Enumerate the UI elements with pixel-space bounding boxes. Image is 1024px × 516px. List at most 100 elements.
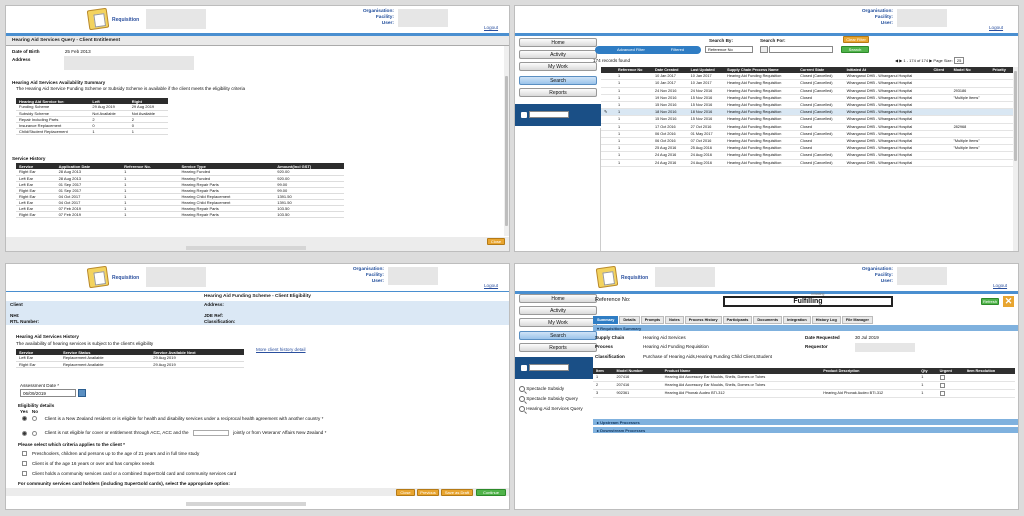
refresh-button[interactable]: Refresh: [981, 298, 999, 305]
table-row[interactable]: 1 19 Nov 2016 15 Nov 2016 Hearing Aid Fundi…: [601, 94, 1013, 103]
previous-button[interactable]: Previous: [417, 489, 439, 496]
yes-radio[interactable]: [22, 416, 27, 422]
nav-search[interactable]: Search: [519, 76, 597, 85]
table-cell: [989, 73, 1013, 81]
save-draft-button[interactable]: Save as Draft: [441, 489, 473, 496]
quick-search-input[interactable]: [529, 111, 569, 118]
table-cell: 15 Nov 2016: [687, 101, 725, 110]
logout-link[interactable]: Logout: [993, 283, 1007, 288]
classification-label: Classification: [595, 354, 625, 359]
scrollbar-thumb[interactable]: [505, 76, 508, 226]
table-cell: 07 Feb 2019: [55, 211, 122, 218]
next-icon[interactable]: ▶: [929, 58, 932, 63]
table-row[interactable]: 1 10 Jan 2017 10 Jan 2017 Hearing Aid Fundi…: [601, 79, 1013, 88]
page-size-select[interactable]: 25: [953, 57, 965, 64]
table-cell: [930, 130, 951, 139]
tab-details[interactable]: Details: [619, 316, 640, 324]
table-row[interactable]: ✎ 1 18 Nov 2016 18 Nov 2016 Hearing Aid Fund…: [601, 108, 1013, 117]
sidebar-link-spectacle-subsidy[interactable]: Spectacle Subsidy: [519, 386, 583, 392]
clear-filter-button[interactable]: Clear Filter: [843, 36, 869, 43]
nav-my-work[interactable]: My Work: [519, 318, 597, 327]
urgent-checkbox[interactable]: [939, 375, 945, 381]
criteria-checkbox[interactable]: [22, 471, 27, 477]
section-downstream-processes[interactable]: ▸ Downstream Processes: [593, 427, 1018, 433]
more-history-link[interactable]: More client history detail: [256, 347, 306, 352]
logout-link[interactable]: Logout: [484, 25, 498, 30]
sidebar-link-spectacle-query[interactable]: Spectacle Subsidy Query: [519, 396, 583, 402]
section-upstream-processes[interactable]: ▸ Upstream Processes: [593, 419, 1018, 425]
scrollbar[interactable]: [1013, 67, 1018, 251]
table-row[interactable]: 1 06 Oct 2016 07 Oct 2016 Hearing Aid Fundi…: [601, 137, 1013, 146]
nav-my-work[interactable]: My Work: [519, 62, 597, 71]
table-cell: 1: [615, 130, 652, 139]
scrollbar[interactable]: [504, 46, 509, 236]
tab-file-manager[interactable]: File Manager: [841, 316, 874, 324]
table-row[interactable]: Subsidy Scheme Not Available Not Available: [16, 110, 168, 117]
assessment-date-input[interactable]: 06/09/2019: [20, 389, 76, 397]
nav-home[interactable]: Home: [519, 294, 597, 303]
horizontal-scroll[interactable]: [186, 502, 306, 506]
criteria-checkbox[interactable]: [22, 451, 27, 457]
close-button[interactable]: Close: [396, 489, 415, 496]
continue-button[interactable]: Continue: [476, 489, 506, 496]
nav-search[interactable]: Search: [519, 331, 597, 340]
criteria-checkbox[interactable]: [22, 461, 27, 467]
tab-participants[interactable]: Participants: [722, 316, 753, 324]
table-row[interactable]: Funding Scheme 29 Aug 2019 29 Aug 2019: [16, 104, 168, 111]
search-button[interactable]: Search: [841, 46, 869, 53]
next-page-icon[interactable]: ▶: [899, 58, 902, 63]
table-cell: 1: [615, 115, 652, 124]
table-row[interactable]: 1 15 Nov 2016 15 Nov 2016 Hearing Aid Fundi…: [601, 115, 1013, 124]
table-row[interactable]: 1 24 Aug 2016 24 Aug 2016 Hearing Aid Fundi…: [601, 159, 1013, 167]
tab-documents[interactable]: Documents: [753, 316, 783, 324]
nav-reports[interactable]: Reports: [519, 88, 597, 97]
nav-home[interactable]: Home: [519, 38, 597, 47]
search-for-input[interactable]: [769, 46, 833, 53]
table-row[interactable]: Right Ear 07 Feb 2019 1 Hearing Repair Part…: [16, 211, 344, 218]
tab-notes[interactable]: Notes: [665, 316, 684, 324]
urgent-checkbox[interactable]: [939, 383, 945, 389]
table-row[interactable]: Child/Student Replacement 1 1: [16, 128, 168, 135]
table-cell: 27 Oct 2016: [687, 123, 725, 131]
tab-process-history[interactable]: Process History: [684, 316, 722, 324]
urgent-checkbox[interactable]: [939, 391, 945, 397]
logout-link[interactable]: Logout: [484, 283, 498, 288]
prev-page-icon[interactable]: ◀: [895, 58, 898, 63]
redacted-area: [897, 9, 947, 27]
sidebar-link-hearing-query[interactable]: Hearing Aid Services Query: [519, 406, 583, 412]
table-row[interactable]: 1 17 Oct 2016 27 Oct 2016 Hearing Aid Fundi…: [601, 123, 1013, 131]
table-row[interactable]: Right Ear Replacement Available 29 Aug 201…: [16, 361, 244, 368]
table-row[interactable]: 1 10 Jan 2017 10 Jan 2017 Hearing Aid Fundi…: [601, 73, 1013, 81]
nav-activity[interactable]: Activity: [519, 50, 597, 59]
calendar-icon[interactable]: [78, 389, 86, 397]
no-radio[interactable]: [32, 416, 38, 422]
advanced-filter-toggle[interactable]: Advanced Filter Filtered: [595, 46, 701, 54]
logout-link[interactable]: Logout: [989, 25, 1003, 30]
table-row[interactable]: 1 24 Aug 2016 24 Aug 2016 Hearing Aid Fundi…: [601, 151, 1013, 160]
close-button[interactable]: Close: [487, 238, 505, 245]
tab-integration[interactable]: Integration: [783, 316, 811, 324]
section-requisition-summary[interactable]: ▾ Requisition Summary: [593, 325, 1018, 331]
close-icon[interactable]: ✕: [1003, 296, 1014, 307]
tab-summary[interactable]: Summary: [593, 316, 619, 324]
horizontal-scroll[interactable]: [186, 246, 306, 250]
table-cell: "Multiple Items": [950, 144, 990, 153]
nav-activity[interactable]: Activity: [519, 306, 597, 315]
lookup-icon[interactable]: [760, 46, 768, 53]
table-row[interactable]: 1 24 Nov 2016 24 Nov 2016 Hearing Aid Fundi…: [601, 87, 1013, 95]
table-row[interactable]: 1 25 Aug 2016 25 Aug 2016 Hearing Aid Fundi…: [601, 144, 1013, 153]
scrollbar-thumb[interactable]: [1014, 71, 1017, 161]
tab-history-log[interactable]: History Log: [811, 316, 841, 324]
search-by-select[interactable]: Reference No: [705, 46, 753, 53]
no-radio[interactable]: [32, 430, 38, 436]
table-cell: 3: [593, 389, 614, 399]
table-cell: [930, 115, 951, 124]
quick-search-input[interactable]: [529, 364, 569, 371]
table-row[interactable]: 1 15 Nov 2016 15 Nov 2016 Hearing Aid Fundi…: [601, 101, 1013, 110]
page-title: Hearing Aid Funding Scheme - Client Elig…: [6, 292, 509, 301]
criteria-row-3: Client holds a community services card o…: [22, 471, 236, 477]
yes-radio[interactable]: [22, 430, 27, 436]
table-row[interactable]: 1 06 Oct 2016 01 May 2017 Hearing Aid Fundi…: [601, 130, 1013, 139]
nav-reports[interactable]: Reports: [519, 343, 597, 352]
tab-prompts[interactable]: Prompts: [640, 316, 665, 324]
